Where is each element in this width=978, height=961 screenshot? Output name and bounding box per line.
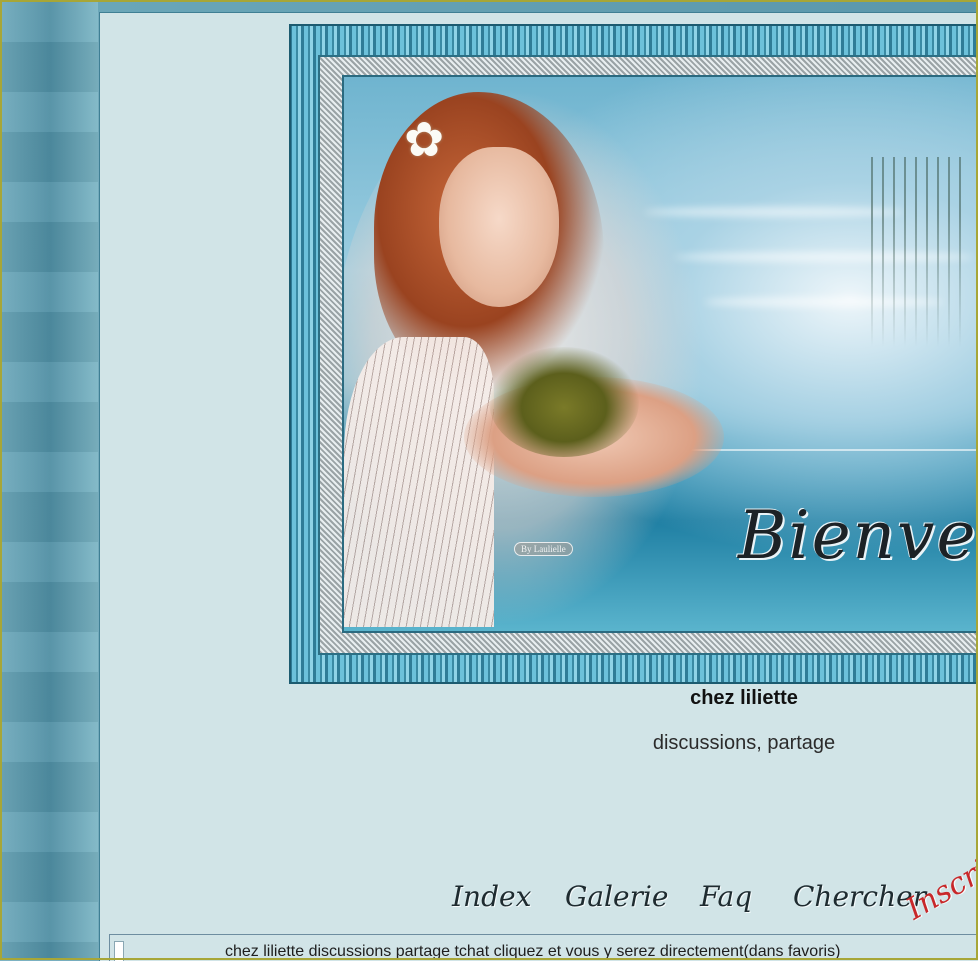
sky-streak — [644, 207, 904, 217]
top-decor-strip — [98, 2, 978, 12]
welcome-text: Bienvenu — [738, 497, 978, 574]
marquee-handle[interactable] — [114, 941, 124, 961]
site-title: chez liliette — [600, 687, 888, 710]
nav-galerie-link[interactable]: Galerie — [565, 880, 669, 913]
tree-in-hands — [489, 347, 639, 457]
nav-faq-link[interactable]: Faq — [700, 880, 752, 913]
marquee-text[interactable]: chez liliette discussions partage tchat … — [225, 943, 840, 961]
nav-index-link[interactable]: Index — [452, 880, 531, 913]
lily-flower-icon: ✿ — [404, 117, 444, 165]
portrait-shirt — [344, 337, 494, 627]
scrolling-marquee[interactable]: chez liliette discussions partage tchat … — [109, 934, 978, 961]
left-decor-band — [2, 2, 98, 958]
header-banner: ✿ By Laulielle Bienvenu — [289, 24, 978, 684]
portrait-face — [439, 147, 559, 307]
artist-watermark: By Laulielle — [514, 542, 573, 556]
banner-image: ✿ By Laulielle Bienvenu — [342, 75, 978, 633]
main-nav: Index Galerie Faq Chercher Inscri — [0, 880, 978, 930]
hanging-vines — [871, 157, 961, 347]
site-description: discussions, partage — [600, 732, 888, 755]
